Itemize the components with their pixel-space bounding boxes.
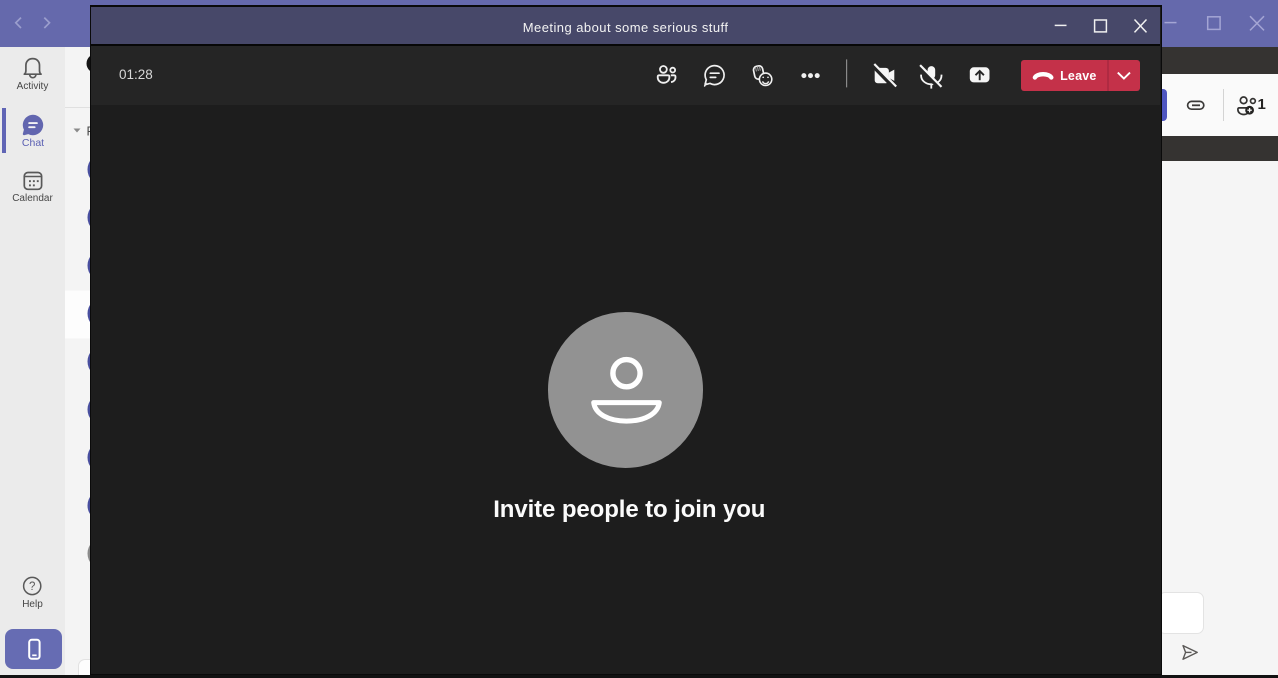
svg-text:?: ?	[29, 581, 35, 593]
